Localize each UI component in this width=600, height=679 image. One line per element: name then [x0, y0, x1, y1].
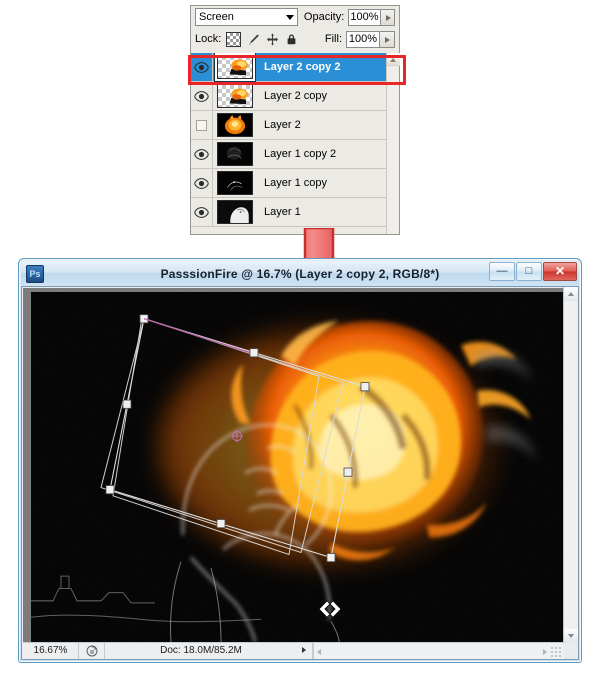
layer-list: Layer 2 copy 2 Layer 2 copy Layer 2 Layer 1…	[191, 53, 399, 234]
artwork-image[interactable]	[31, 292, 563, 642]
photoshop-document-window: Ps PasssionFire @ 16.7% (Layer 2 copy 2,…	[18, 258, 582, 663]
maximize-icon: □	[525, 265, 533, 277]
layer-thumbnail	[215, 53, 255, 81]
layer-thumbnail	[217, 113, 253, 137]
layer-visibility-toggle[interactable]	[191, 139, 213, 169]
opacity-label: Opacity:	[303, 11, 345, 23]
scroll-up-arrow-icon[interactable]	[387, 53, 400, 66]
layer-thumbnail-art	[218, 85, 252, 107]
layer-name: Layer 1 copy	[264, 177, 327, 189]
lock-icon-group	[226, 31, 298, 47]
zoom-level-field[interactable]: 16.67%	[23, 642, 79, 659]
transparency-checker-icon[interactable]	[226, 31, 242, 47]
layer-thumbnail-cell[interactable]	[213, 142, 257, 166]
layers-panel-scrollbar[interactable]	[386, 53, 400, 234]
eye-icon	[194, 90, 209, 102]
resize-grip-icon[interactable]	[550, 645, 562, 658]
layer-thumbnail-art	[218, 201, 252, 223]
layer-thumbnail-art	[218, 114, 252, 136]
layer-thumbnail-cell[interactable]	[213, 171, 257, 195]
canvas-horizontal-scrollbar[interactable]	[313, 642, 563, 659]
layer-visibility-toggle[interactable]	[191, 197, 213, 227]
layer-thumbnail	[217, 171, 253, 195]
padlock-icon[interactable]	[285, 33, 298, 46]
layer-thumbnail-cell[interactable]	[213, 53, 257, 81]
lock-fill-row: Lock: Fill: 100%	[191, 28, 399, 50]
layer-thumbnail-cell[interactable]	[213, 200, 257, 224]
layer-thumbnail	[217, 142, 253, 166]
layer-row[interactable]: Layer 1 copy	[191, 168, 399, 198]
layer-name: Layer 2	[264, 119, 301, 131]
layer-row[interactable]: Layer 2 copy 2	[191, 53, 399, 82]
layer-row[interactable]: Layer 1	[191, 197, 399, 227]
layer-row[interactable]: Layer 2	[191, 110, 399, 140]
layer-thumbnail-art	[218, 56, 252, 78]
brush-icon[interactable]	[247, 33, 260, 46]
scroll-left-arrow-icon[interactable]	[317, 648, 321, 655]
blend-mode-select[interactable]: Screen	[195, 8, 298, 26]
layers-panel: Screen Opacity: 100% Lock: Fill: 100% La…	[190, 5, 400, 235]
fill-label: Fill:	[324, 33, 342, 45]
eye-icon	[194, 177, 209, 189]
fill-spinner[interactable]	[380, 30, 395, 48]
scroll-down-arrow-icon[interactable]	[564, 629, 578, 643]
document-size-info: Doc: 18.0M/85.2M	[160, 644, 242, 656]
fill-input[interactable]: 100%	[346, 30, 380, 48]
layer-thumbnail-cell[interactable]	[213, 113, 257, 137]
title-bar[interactable]: Ps PasssionFire @ 16.7% (Layer 2 copy 2,…	[21, 261, 579, 286]
chevron-down-icon	[285, 15, 294, 20]
eye-icon	[194, 148, 209, 160]
blend-mode-value: Screen	[199, 11, 234, 23]
scroll-up-arrow-icon[interactable]	[564, 287, 578, 301]
status-bar: 16.67% Doc: 18.0M/85.2M	[23, 642, 563, 659]
minimize-icon: —	[496, 265, 508, 277]
eye-off-icon	[196, 119, 207, 131]
layer-name: Layer 2 copy 2	[264, 61, 341, 73]
layer-thumbnail	[217, 200, 253, 224]
opacity-input[interactable]: 100%	[348, 8, 381, 26]
scroll-right-arrow-icon[interactable]	[543, 648, 547, 655]
layer-visibility-toggle[interactable]	[191, 81, 213, 111]
lock-label: Lock:	[195, 33, 222, 45]
layer-thumbnail-art	[218, 143, 252, 165]
opacity-spinner[interactable]	[380, 8, 395, 26]
close-icon: ✕	[554, 264, 566, 278]
canvas-viewport[interactable]	[23, 288, 563, 642]
window-buttons: — □ ✕	[489, 262, 577, 281]
layer-thumbnail	[217, 84, 253, 108]
layer-visibility-toggle[interactable]	[191, 168, 213, 198]
layer-visibility-toggle[interactable]	[191, 110, 213, 140]
canvas-area: 16.67% Doc: 18.0M/85.2M	[21, 286, 579, 660]
layer-thumbnail-cell[interactable]	[213, 84, 257, 108]
eye-icon	[194, 61, 209, 73]
maximize-button[interactable]: □	[516, 262, 542, 281]
layer-thumbnail-art	[218, 172, 252, 194]
move-cross-icon[interactable]	[266, 33, 279, 46]
layer-name: Layer 2 copy	[264, 90, 327, 102]
eye-icon	[194, 206, 209, 218]
canvas-vertical-scrollbar[interactable]	[563, 287, 578, 643]
minimize-button[interactable]: —	[489, 262, 515, 281]
layer-row[interactable]: Layer 2 copy	[191, 81, 399, 111]
close-button[interactable]: ✕	[543, 262, 577, 281]
play-triangle-icon[interactable]	[297, 642, 313, 659]
document-preview-icon[interactable]	[79, 642, 105, 659]
layer-row[interactable]: Layer 1 copy 2	[191, 139, 399, 169]
blend-opacity-row: Screen Opacity: 100%	[191, 6, 399, 28]
layer-visibility-toggle[interactable]	[191, 53, 213, 82]
layer-name: Layer 1 copy 2	[264, 148, 337, 160]
layer-name: Layer 1	[264, 206, 301, 218]
